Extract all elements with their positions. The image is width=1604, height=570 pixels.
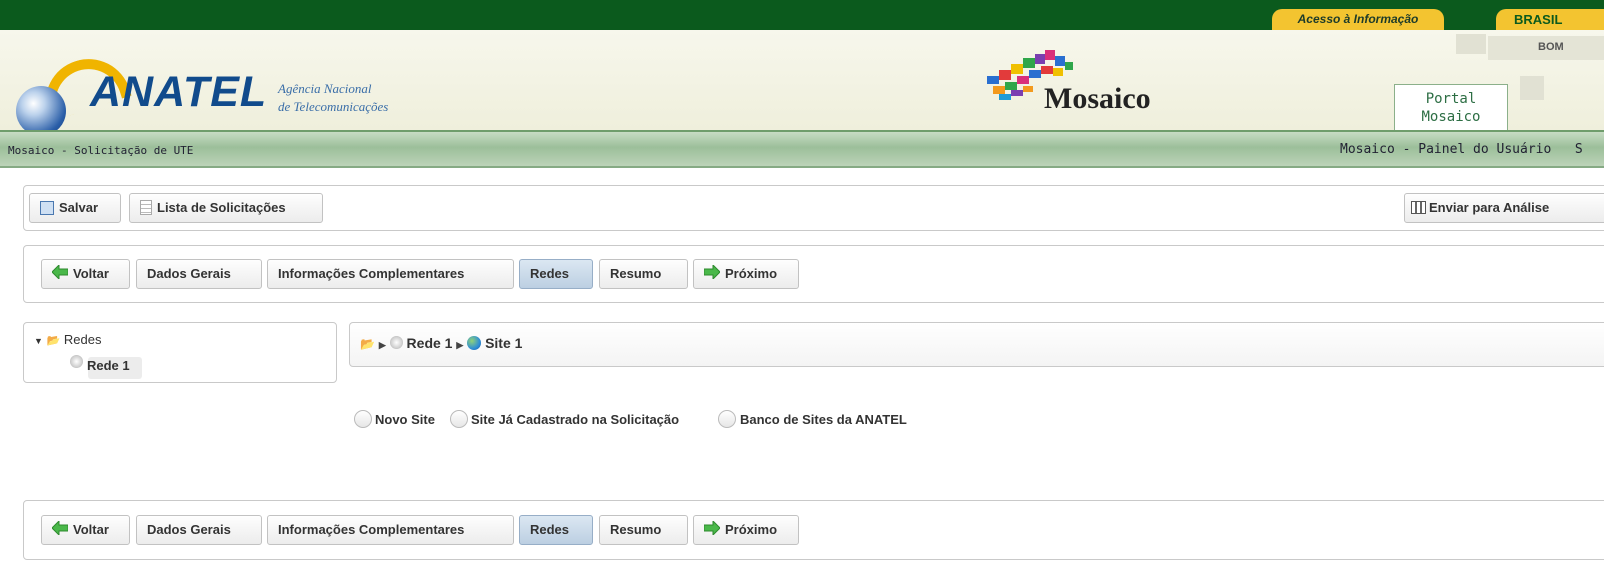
back-button-bottom[interactable]: Voltar: [41, 515, 130, 545]
back-label: Voltar: [73, 266, 109, 281]
agency-name-line1: Agência Nacional: [278, 81, 372, 96]
breadcrumb-separator-icon: ▶: [378, 340, 386, 350]
solicitacoes-list-button[interactable]: Lista de Solicitações: [129, 193, 323, 223]
anatel-globe-icon: [16, 86, 66, 136]
radio-site-cadastrado[interactable]: [450, 410, 468, 428]
folder-open-icon[interactable]: 📂: [360, 337, 375, 351]
tree-root-label: Redes: [63, 332, 102, 347]
radio-novo-site-label[interactable]: Novo Site: [375, 412, 435, 427]
tree-item-label: Rede 1: [87, 358, 130, 373]
portal-mosaico-tab[interactable]: Portal Mosaico: [1394, 84, 1508, 130]
nav-bar: Mosaico - Solicitação de UTE Mosaico - P…: [0, 130, 1604, 168]
agency-name: Agência Nacional de Telecomunicações: [278, 80, 388, 116]
next-button-bottom[interactable]: Próximo: [693, 515, 799, 545]
arrow-left-icon: [51, 517, 69, 545]
portal-tab-line1: Portal: [1425, 91, 1477, 107]
nav-more-link[interactable]: S: [1575, 142, 1583, 157]
save-button[interactable]: Salvar: [29, 193, 121, 223]
arrow-right-icon: [703, 261, 721, 289]
mosaic-decoration-square: [1520, 76, 1544, 100]
painel-usuario-label[interactable]: Mosaico - Painel do Usuário: [1340, 142, 1551, 157]
tab-dados-gerais-bottom[interactable]: Dados Gerais: [136, 515, 262, 545]
page-title: Mosaico - Solicitação de UTE: [8, 144, 194, 157]
brasil-link[interactable]: BRASIL: [1496, 9, 1604, 30]
caret-down-icon[interactable]: ▼: [34, 336, 43, 346]
tab-informacoes-complementares-bottom[interactable]: Informações Complementares: [267, 515, 514, 545]
network-icon: [70, 355, 83, 368]
tab-dados-gerais[interactable]: Dados Gerais: [136, 259, 262, 289]
arrow-right-icon: [703, 517, 721, 545]
tree-item-rede-1[interactable]: Rede 1: [70, 355, 130, 373]
send-label: Enviar para Análise: [1429, 200, 1550, 215]
radio-banco-sites-label[interactable]: Banco de Sites da ANATEL: [740, 412, 907, 427]
next-button[interactable]: Próximo: [693, 259, 799, 289]
radio-banco-sites[interactable]: [718, 410, 736, 428]
breadcrumb-site[interactable]: Site 1: [485, 335, 522, 351]
mosaic-decoration-square: [1456, 34, 1486, 54]
painel-usuario-link[interactable]: Mosaico - Painel do Usuário S: [1340, 142, 1583, 157]
send-analysis-button[interactable]: Enviar para Análise: [1404, 193, 1604, 223]
folder-open-icon: 📂: [46, 335, 61, 347]
flag-icon: [1411, 201, 1426, 215]
list-label: Lista de Solicitações: [157, 200, 286, 215]
back-label: Voltar: [73, 522, 109, 537]
breadcrumb-rede[interactable]: Rede 1: [407, 335, 453, 351]
next-label: Próximo: [725, 266, 778, 281]
globe-icon: [467, 336, 482, 350]
radio-site-cadastrado-label[interactable]: Site Já Cadastrado na Solicitação: [471, 412, 679, 427]
next-label: Próximo: [725, 522, 778, 537]
tab-resumo[interactable]: Resumo: [599, 259, 688, 289]
back-button[interactable]: Voltar: [41, 259, 130, 289]
radio-novo-site[interactable]: [354, 410, 372, 428]
anatel-logo[interactable]: ANATEL: [90, 68, 267, 117]
tree-root-redes[interactable]: ▼ 📂 Redes: [34, 332, 101, 347]
breadcrumb-panel: [349, 322, 1604, 367]
acesso-informacao-link[interactable]: Acesso à Informação: [1272, 9, 1444, 30]
portal-tab-line2: Mosaico: [1421, 109, 1481, 125]
mosaico-title: Mosaico: [1044, 82, 1151, 115]
tab-redes-bottom[interactable]: Redes: [519, 515, 593, 545]
agency-name-line2: de Telecomunicações: [278, 99, 389, 114]
tab-informacoes-complementares[interactable]: Informações Complementares: [267, 259, 514, 289]
tab-resumo-bottom[interactable]: Resumo: [599, 515, 688, 545]
bom-label: BOM: [1538, 41, 1564, 53]
list-icon: [140, 200, 152, 216]
tab-redes[interactable]: Redes: [519, 259, 593, 289]
arrow-left-icon: [51, 261, 69, 289]
network-icon: [389, 336, 403, 349]
save-icon: [40, 200, 54, 215]
breadcrumb-separator-icon: ▶: [456, 340, 464, 350]
breadcrumb: 📂 ▶ Rede 1 ▶ Site 1: [360, 335, 522, 351]
save-label: Salvar: [59, 200, 99, 215]
